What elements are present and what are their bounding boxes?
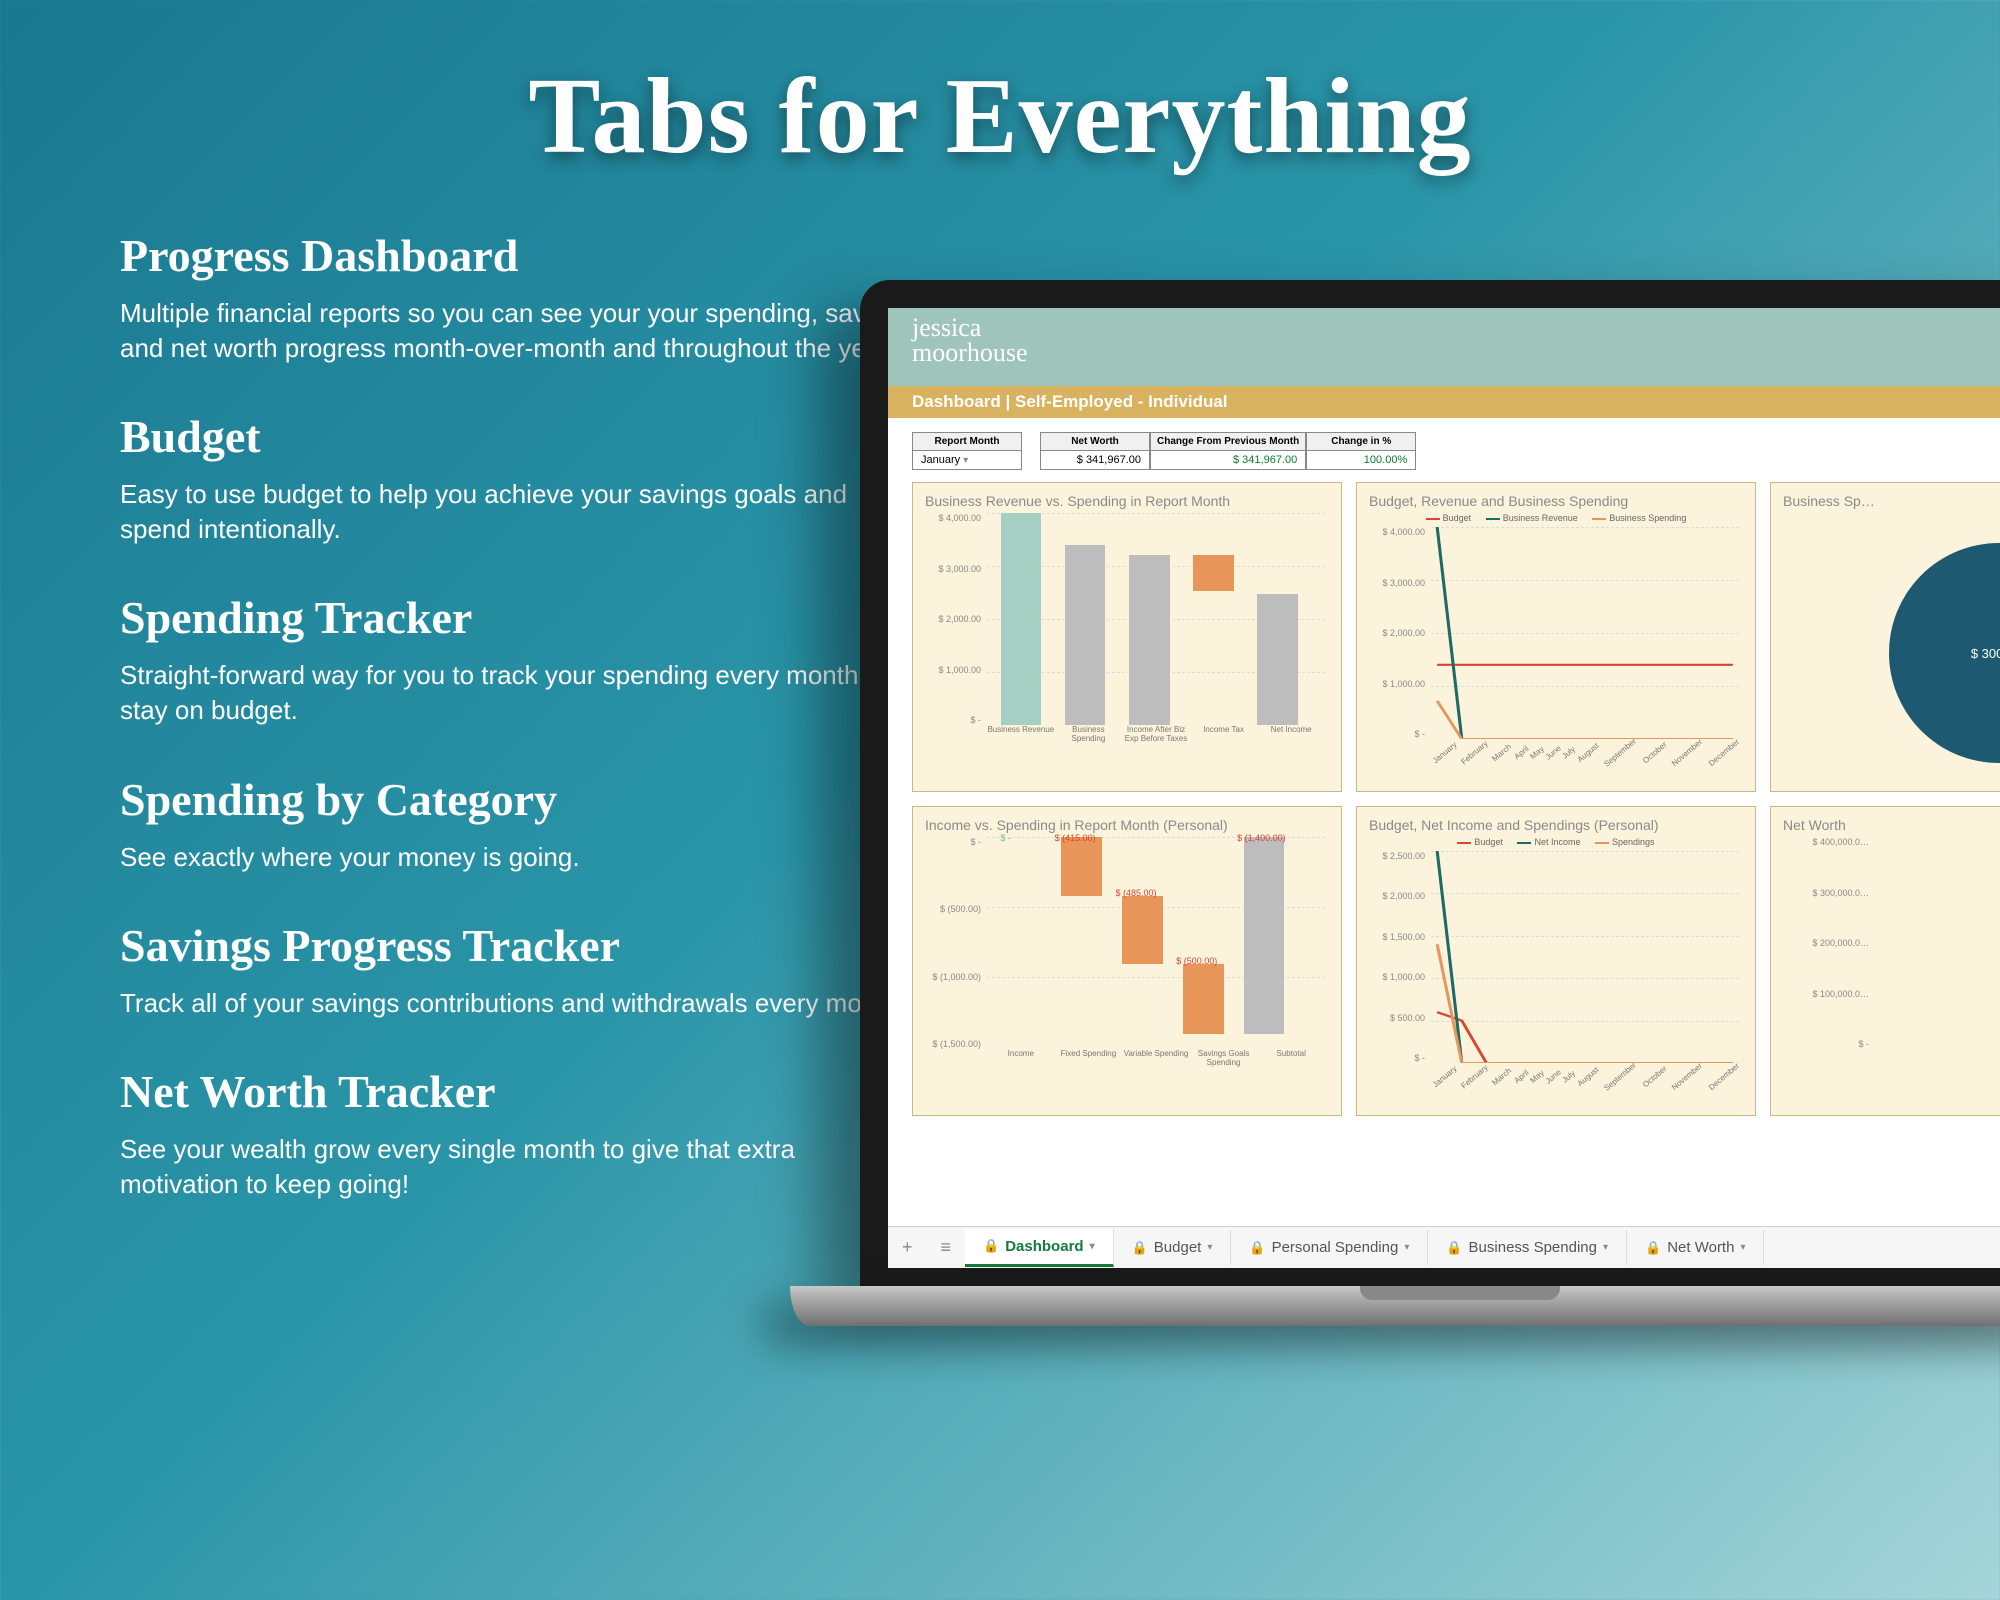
chevron-down-icon: ▾ bbox=[1603, 1242, 1608, 1253]
lock-icon: 🔒 bbox=[1446, 1240, 1462, 1256]
change-metric: Change From Previous Month $ 341,967.00 bbox=[1150, 432, 1306, 470]
net-worth-metric: Net Worth $ 341,967.00 bbox=[1040, 432, 1150, 470]
features-list: Progress Dashboard Multiple financial rep… bbox=[120, 219, 920, 1246]
feature-desc: Track all of your savings contributions … bbox=[120, 986, 920, 1021]
lock-icon: 🔒 bbox=[1249, 1240, 1265, 1256]
dashboard-title: Dashboard | Self-Employed - Individual bbox=[888, 386, 2000, 418]
dropdown-icon: ▾ bbox=[963, 455, 968, 466]
chevron-down-icon: ▾ bbox=[1404, 1242, 1409, 1253]
chart-budget-netincome-spendings: Budget, Net Income and Spendings (Person… bbox=[1356, 806, 1756, 1116]
feature-title: Savings Progress Tracker bbox=[120, 919, 920, 972]
tab-personal-spending[interactable]: 🔒Personal Spending▾ bbox=[1231, 1230, 1428, 1265]
donut-chart: $ 300.0… bbox=[1889, 543, 2000, 763]
brand-logo: jessica moorhouse bbox=[912, 316, 1028, 365]
change-pct-metric: Change in % 100.00% bbox=[1306, 432, 1416, 470]
lock-icon: 🔒 bbox=[1645, 1240, 1661, 1256]
chevron-down-icon: ▾ bbox=[1207, 1242, 1212, 1253]
laptop-mockup: jessica moorhouse Dashboard | Self-Emplo… bbox=[860, 280, 2000, 1326]
page-title: Tabs for Everything bbox=[0, 0, 2000, 179]
feature-desc: See your wealth grow every single month … bbox=[120, 1132, 920, 1202]
report-month-selector[interactable]: Report Month January ▾ bbox=[912, 432, 1022, 470]
feature-desc: See exactly where your money is going. bbox=[120, 840, 920, 875]
add-sheet-button[interactable]: + bbox=[888, 1237, 927, 1258]
metrics-row: Report Month January ▾ Net Worth $ 341,9… bbox=[888, 418, 2000, 476]
chart-net-worth: Net Worth $ 400,000.0… $ 300,000.0… $ 20… bbox=[1770, 806, 2000, 1116]
feature-title: Net Worth Tracker bbox=[120, 1065, 920, 1118]
feature-desc: Multiple financial reports so you can se… bbox=[120, 296, 920, 366]
chart-income-vs-spending-personal: Income vs. Spending in Report Month (Per… bbox=[912, 806, 1342, 1116]
tab-budget[interactable]: 🔒Budget▾ bbox=[1114, 1230, 1232, 1265]
feature-title: Progress Dashboard bbox=[120, 229, 920, 282]
chart-revenue-vs-spending: Business Revenue vs. Spending in Report … bbox=[912, 482, 1342, 792]
feature-title: Spending by Category bbox=[120, 773, 920, 826]
feature-title: Budget bbox=[120, 410, 920, 463]
spreadsheet-screen: jessica moorhouse Dashboard | Self-Emplo… bbox=[888, 308, 2000, 1268]
all-sheets-button[interactable]: ≡ bbox=[927, 1237, 966, 1258]
sheet-tabs-bar: + ≡ 🔒Dashboard▾ 🔒Budget▾ 🔒Personal Spend… bbox=[888, 1226, 2000, 1268]
app-header: jessica moorhouse bbox=[888, 308, 2000, 386]
tab-dashboard[interactable]: 🔒Dashboard▾ bbox=[965, 1229, 1114, 1267]
chart-business-pie: Business Sp… $ 300.0… bbox=[1770, 482, 2000, 792]
lock-icon: 🔒 bbox=[1132, 1240, 1148, 1256]
chart-budget-revenue-spending: Budget, Revenue and Business Spending Bu… bbox=[1356, 482, 1756, 792]
chevron-down-icon: ▾ bbox=[1090, 1241, 1095, 1252]
feature-title: Spending Tracker bbox=[120, 591, 920, 644]
feature-desc: Easy to use budget to help you achieve y… bbox=[120, 477, 920, 547]
tab-net-worth[interactable]: 🔒Net Worth▾ bbox=[1627, 1230, 1764, 1265]
tab-business-spending[interactable]: 🔒Business Spending▾ bbox=[1428, 1230, 1627, 1265]
chevron-down-icon: ▾ bbox=[1740, 1242, 1745, 1253]
feature-desc: Straight-forward way for you to track yo… bbox=[120, 658, 920, 728]
lock-icon: 🔒 bbox=[983, 1238, 999, 1254]
